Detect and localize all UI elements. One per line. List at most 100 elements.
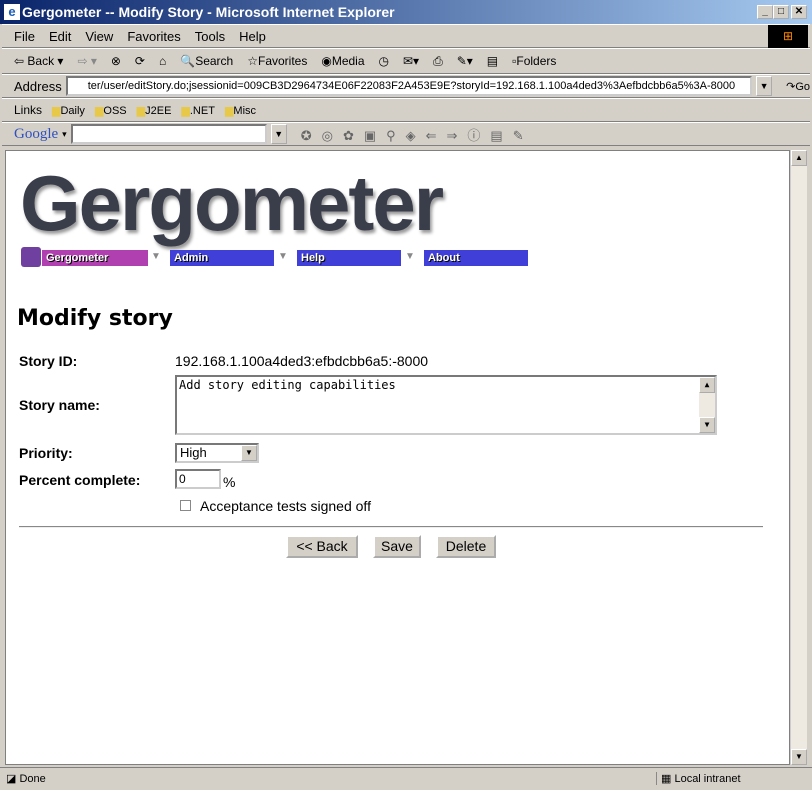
- forward-button[interactable]: ⇨ ▾: [77, 54, 96, 68]
- google-tool-icons[interactable]: ✪◎✿▣⚲◈⇐⇒ⓘ▤✎: [301, 125, 534, 144]
- address-bar: Address ter/user/editStory.do;jsessionid…: [2, 74, 810, 98]
- maximize-button[interactable]: □: [773, 5, 789, 19]
- nav-label: Admin: [174, 252, 209, 264]
- google-menu-icon[interactable]: ▾: [62, 129, 67, 140]
- story-name-textarea[interactable]: Add story editing capabilities ▲ ▼: [175, 375, 717, 435]
- page-title: Modify story: [17, 306, 173, 331]
- scroll-up-icon[interactable]: ▲: [699, 377, 715, 393]
- windows-logo-icon: ⊞: [768, 25, 808, 48]
- link-misc[interactable]: ▆Misc: [225, 104, 256, 117]
- favorites-label: Favorites: [257, 54, 308, 68]
- percent-label: Percent complete:: [19, 472, 141, 488]
- link-daily[interactable]: ▆Daily: [52, 104, 85, 117]
- link-label: J2EE: [145, 104, 172, 117]
- print-icon[interactable]: ⎙: [433, 54, 443, 69]
- status-bar: ◪ Done ▦ Local intranet: [0, 767, 812, 789]
- address-label: Address: [14, 78, 62, 94]
- link-label: Daily: [60, 104, 85, 117]
- scroll-up-icon[interactable]: ▲: [791, 150, 807, 166]
- stop-icon[interactable]: ⊗: [111, 54, 121, 68]
- page-scrollbar[interactable]: ▲ ▼: [790, 150, 807, 765]
- nav-admin[interactable]: Admin: [170, 250, 274, 266]
- folders-button[interactable]: ▫Folders: [512, 54, 556, 68]
- history-icon[interactable]: ◷: [379, 54, 389, 68]
- nav-label: About: [428, 252, 460, 264]
- link-j2ee[interactable]: ▆J2EE: [137, 104, 172, 117]
- close-button[interactable]: ✕: [791, 5, 807, 19]
- google-search-input[interactable]: [70, 124, 267, 144]
- nav-separator-icon: ▼: [278, 251, 288, 262]
- story-id-label: Story ID:: [19, 353, 78, 369]
- acceptance-label: Acceptance tests signed off: [200, 498, 371, 514]
- save-button[interactable]: Save: [373, 535, 421, 558]
- status-label: Done: [19, 773, 46, 785]
- google-logo[interactable]: Google: [14, 126, 58, 143]
- priority-value: High: [180, 445, 207, 460]
- menu-view[interactable]: View: [85, 29, 113, 44]
- folder-icon: ▆: [136, 104, 146, 117]
- google-toolbar: Google ▾ ▼ ✪◎✿▣⚲◈⇐⇒ⓘ▤✎: [2, 122, 810, 146]
- divider: [19, 526, 763, 528]
- mail-icon[interactable]: ✉▾: [403, 54, 419, 68]
- scroll-down-icon[interactable]: ▼: [791, 749, 807, 765]
- menu-favorites[interactable]: Favorites: [127, 29, 180, 44]
- media-button[interactable]: ◉Media: [321, 54, 364, 68]
- search-button[interactable]: 🔍Search: [180, 54, 233, 68]
- nav-gergometer[interactable]: Gergometer: [42, 250, 148, 266]
- menu-file[interactable]: File: [14, 29, 35, 44]
- address-input[interactable]: ter/user/editStory.do;jsessionid=009CB3D…: [65, 76, 753, 96]
- link-label: OSS: [103, 104, 127, 117]
- menu-bar: File Edit View Favorites Tools Help: [2, 24, 810, 48]
- home-icon[interactable]: ⌂: [159, 54, 166, 68]
- status-text: ◪ Done: [6, 773, 46, 785]
- link-net[interactable]: ▆.NET: [181, 104, 215, 117]
- acceptance-checkbox[interactable]: [180, 500, 191, 511]
- favorites-button[interactable]: ☆Favorites: [247, 54, 307, 68]
- textarea-scrollbar[interactable]: ▲ ▼: [699, 377, 715, 433]
- page-content: Gergometer Gergometer ▼ Admin ▼ Help ▼ A…: [5, 150, 790, 765]
- media-label: Media: [331, 54, 365, 68]
- edit-icon[interactable]: ✎▾: [457, 54, 473, 68]
- standard-toolbar: ⇦ Back ▾ ⇨ ▾ ⊗ ⟳ ⌂ 🔍Search ☆Favorites ◉M…: [2, 48, 810, 74]
- go-label: Go: [795, 80, 810, 93]
- links-label: Links: [14, 103, 43, 117]
- folder-icon: ▆: [181, 104, 190, 117]
- delete-button[interactable]: Delete: [436, 535, 496, 558]
- link-oss[interactable]: ▆OSS: [95, 104, 127, 117]
- menu-help[interactable]: Help: [239, 29, 266, 44]
- window-title: Gergometer -- Modify Story - Microsoft I…: [22, 4, 395, 20]
- nav-help[interactable]: Help: [297, 250, 401, 266]
- link-label: .NET: [189, 104, 215, 117]
- cube-icon: [21, 247, 41, 267]
- ie-icon: e: [4, 4, 20, 20]
- menu-edit[interactable]: Edit: [49, 29, 71, 44]
- back-label: Back: [27, 54, 55, 68]
- google-dropdown-button[interactable]: ▼: [270, 124, 287, 144]
- gergometer-logo: Gergometer: [20, 159, 444, 247]
- menu-tools[interactable]: Tools: [195, 29, 225, 44]
- back-form-button[interactable]: << Back: [286, 535, 358, 558]
- percent-unit: %: [223, 474, 236, 490]
- go-button[interactable]: ↷Go: [786, 80, 810, 93]
- story-name-label: Story name:: [19, 397, 100, 413]
- chevron-down-icon: ▼: [241, 445, 257, 461]
- links-bar: Links ▆Daily ▆OSS ▆J2EE ▆.NET ▆Misc: [2, 98, 810, 122]
- link-label: Misc: [233, 104, 257, 117]
- minimize-button[interactable]: _: [757, 5, 773, 19]
- nav-label: Help: [301, 252, 325, 264]
- priority-select[interactable]: High ▼: [175, 443, 259, 463]
- nav-separator-icon: ▼: [151, 251, 161, 262]
- title-bar: Gergometer -- Modify Story - Microsoft I…: [0, 0, 812, 24]
- priority-label: Priority:: [19, 445, 73, 461]
- status-zone: ▦ Local intranet: [656, 772, 741, 785]
- address-dropdown-button[interactable]: ▼: [756, 76, 773, 96]
- folders-label: Folders: [516, 54, 557, 68]
- back-button[interactable]: ⇦ Back ▾: [14, 54, 63, 68]
- story-name-text: Add story editing capabilities: [179, 378, 396, 392]
- nav-about[interactable]: About: [424, 250, 528, 266]
- scroll-down-icon[interactable]: ▼: [699, 417, 715, 433]
- percent-input[interactable]: 0: [175, 469, 221, 489]
- story-id-value: 192.168.1.100a4ded3:efbdcbb6a5:-8000: [175, 353, 429, 369]
- refresh-icon[interactable]: ⟳: [135, 54, 145, 68]
- discuss-icon[interactable]: ▤: [487, 54, 498, 68]
